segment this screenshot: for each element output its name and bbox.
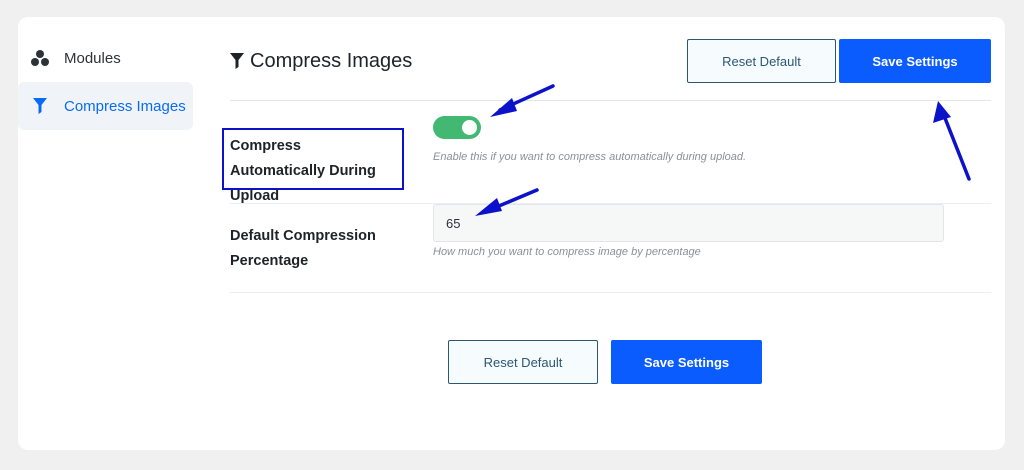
reset-default-button-bottom[interactable]: Reset Default — [448, 340, 598, 384]
settings-card: Modules Compress Images Compress Images … — [18, 17, 1005, 450]
save-settings-button[interactable]: Save Settings — [839, 39, 991, 83]
page-title: Compress Images — [230, 47, 412, 75]
toggle-knob — [462, 120, 477, 135]
modules-icon — [30, 48, 50, 68]
auto-compress-hint: Enable this if you want to compress auto… — [433, 151, 747, 163]
compression-percentage-hint: How much you want to compress image by p… — [433, 246, 701, 258]
filter-icon — [30, 96, 50, 116]
compression-percentage-input[interactable] — [433, 204, 944, 242]
sidebar-item-modules[interactable]: Modules — [18, 34, 193, 82]
filter-icon — [230, 53, 244, 69]
sidebar-item-label: Compress Images — [64, 97, 186, 115]
sidebar-item-label: Modules — [64, 49, 121, 67]
row-divider — [230, 292, 991, 293]
compression-percentage-label: Default Compression Percentage — [230, 228, 376, 269]
reset-default-button[interactable]: Reset Default — [687, 39, 836, 83]
sidebar-item-compress-images[interactable]: Compress Images — [18, 82, 193, 130]
auto-compress-toggle[interactable] — [433, 116, 481, 139]
save-settings-button-bottom[interactable]: Save Settings — [611, 340, 762, 384]
page-title-text: Compress Images — [250, 49, 413, 72]
auto-compress-label: Compress Automatically During Upload — [222, 128, 404, 204]
sidebar: Modules Compress Images — [18, 34, 193, 130]
header-divider — [230, 100, 991, 101]
